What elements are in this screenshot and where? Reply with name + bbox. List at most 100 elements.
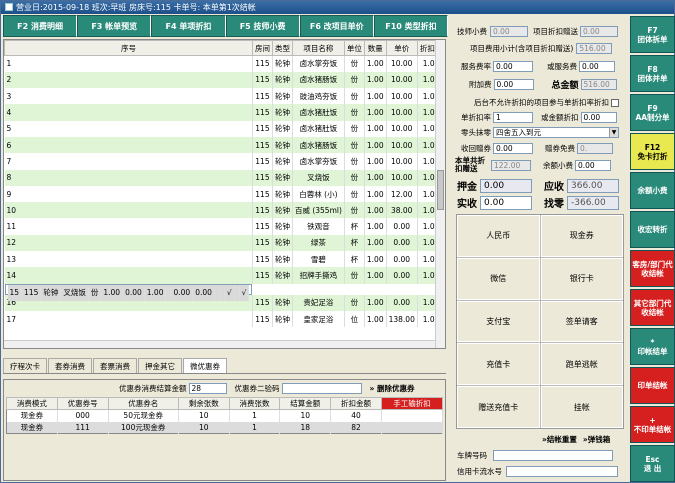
grid-col-header[interactable]: 数量 bbox=[363, 40, 387, 56]
tab-wechat-coupon[interactable]: 微优惠券 bbox=[183, 358, 227, 373]
table-row[interactable]: 12115轮钟绿茶杯1.000.001.000.000.00√√ bbox=[4, 234, 445, 252]
table-row[interactable]: 2115轮钟卤水猪肠饭份1.0010.001.000.000.00√√ bbox=[4, 71, 445, 89]
type-discount-button[interactable]: F10 类型折扣 bbox=[373, 15, 449, 37]
coupon-col-header: 消费模式 bbox=[6, 397, 58, 410]
item-discount-input: 0.00 bbox=[580, 26, 618, 37]
coupon-row[interactable]: 现金券 000 50元现金券 10 1 10 40 bbox=[6, 409, 444, 422]
paid-input[interactable]: 0.00 bbox=[480, 195, 532, 210]
consumption-detail-button[interactable]: F2 消费明细 bbox=[3, 15, 78, 37]
coupon-code-input[interactable] bbox=[281, 383, 362, 394]
side-button-2[interactable]: F9 AA制分单 bbox=[630, 94, 675, 131]
side-button-4[interactable]: 余额小费 bbox=[630, 172, 675, 209]
tab-package-ticket[interactable]: 套票消费 bbox=[93, 358, 137, 373]
grid-col-header[interactable]: 单价 bbox=[385, 40, 418, 56]
grid-cell: 115 bbox=[252, 88, 273, 105]
side-button-10[interactable]: + 不印单结帐 bbox=[630, 406, 675, 443]
side-button-11[interactable]: Esc 退 出 bbox=[630, 445, 675, 482]
grid-cell: 轮钟 bbox=[272, 310, 293, 328]
pay-account-button[interactable]: 挂帐 bbox=[540, 386, 623, 428]
amount-discount-input[interactable]: 0.00 bbox=[580, 112, 617, 123]
grid-cell: 1.00 bbox=[364, 185, 387, 203]
tech-tip-button[interactable]: F5 技师小费 bbox=[225, 15, 300, 37]
side-button-1[interactable]: F8 团体并单 bbox=[630, 55, 675, 92]
table-row[interactable]: 17115轮钟皇家足浴位1.00138.001.000130.000.00√√ bbox=[4, 310, 445, 328]
table-row[interactable]: 1115轮钟卤水掌夯饭份1.0010.001.000.000.00√√ bbox=[4, 55, 445, 72]
rounding-select[interactable]: 四舍五入到元 ▼ bbox=[493, 127, 619, 138]
bill-preview-button[interactable]: F3 帐单预览 bbox=[77, 15, 152, 37]
horizontal-scrollbar[interactable] bbox=[4, 340, 435, 348]
item-discount-button[interactable]: F4 单项折扣 bbox=[151, 15, 226, 37]
grid-col-header[interactable]: 技师 bbox=[444, 40, 445, 56]
pay-sign-button[interactable]: 签单请客 bbox=[540, 300, 623, 343]
coupon-amount-input[interactable]: 28 bbox=[188, 383, 227, 394]
grid-col-header[interactable]: 房间 bbox=[251, 40, 273, 56]
vertical-scrollbar[interactable] bbox=[435, 40, 445, 348]
deposit-input[interactable]: 0.00 bbox=[480, 178, 532, 193]
grid-cell: 轮钟 bbox=[272, 185, 293, 203]
side-button-3[interactable]: F12 免卡打折 bbox=[630, 133, 675, 170]
grid-cell: 115 bbox=[252, 267, 273, 284]
delete-coupon-button[interactable]: » 删除优惠券 bbox=[370, 383, 415, 394]
coupon-table[interactable]: 消费模式 优惠券号 优惠券名 剩余张数 消费张数 结算金额 折扣金额 手工输折扣 现金券 000… bbox=[6, 397, 444, 434]
recv-coupon-input[interactable]: 0.00 bbox=[493, 143, 533, 154]
table-row[interactable]: 14115轮钟招牌手撕鸡份1.000.001.000.000.00√√ bbox=[4, 267, 445, 284]
side-button-8[interactable]: * 印帐结单 bbox=[630, 328, 675, 365]
side-button-9[interactable]: 印单结帐 bbox=[630, 367, 675, 404]
tab-course-card[interactable]: 疗程次卡 bbox=[3, 358, 47, 373]
pay-rmb-button[interactable]: 人民币 bbox=[457, 215, 540, 257]
side-button-5[interactable]: 收宏转折 bbox=[630, 211, 675, 248]
coupon-row[interactable]: 现金券 111 100元现金券 10 1 18 82 bbox=[6, 421, 444, 434]
table-row[interactable]: 9115轮钟白蓉林 (小)份1.0012.001.000.000.00√√ bbox=[4, 185, 445, 203]
pay-recharge-card-button[interactable]: 充值卡 bbox=[457, 343, 540, 386]
table-row[interactable]: 10115轮钟百威 (355ml)份1.0038.001.000.000.00√… bbox=[4, 202, 445, 219]
table-row[interactable]: 15 115 轮钟 叉烧饭份 1.00 0.00 1.00 0.00 0.00 √ √ bbox=[4, 283, 253, 301]
grid-col-header[interactable]: 项目名称 bbox=[291, 40, 345, 56]
reset-button[interactable]: »结帐重置 bbox=[542, 434, 577, 445]
table-row[interactable]: 4115轮钟卤水猪肚饭份1.0010.001.000.000.00√√ bbox=[4, 104, 445, 121]
grid-cell: 轮钟 bbox=[272, 267, 293, 284]
change-price-button[interactable]: F6 改项目单价 bbox=[299, 15, 374, 37]
table-row[interactable]: 3115轮钟豉油鸡夯饭份1.0010.001.000.000.00√√ bbox=[4, 88, 445, 105]
grid-cell: 10.00 bbox=[386, 55, 418, 72]
table-row[interactable]: 8115轮钟叉烧饭份1.0010.001.000.000.00√√ bbox=[4, 169, 445, 186]
tab-deposit-other[interactable]: 押金其它 bbox=[138, 358, 182, 373]
tab-package-coupon[interactable]: 套券消费 bbox=[48, 358, 92, 373]
table-row[interactable]: 5115轮钟卤水猪肚饭份1.0010.001.000.000.00√√ bbox=[4, 120, 445, 137]
table-row[interactable]: 11115轮钟铁观音杯1.000.001.000.000.00√√ bbox=[4, 218, 445, 235]
extra-fee-input[interactable]: 0.00 bbox=[493, 79, 534, 90]
grid-cell: 铁观音 bbox=[292, 218, 345, 235]
grid-cell: 绿茶 bbox=[292, 234, 345, 252]
grid-col-header[interactable]: 序号 bbox=[4, 40, 253, 56]
service-rate-input[interactable]: 0.00 bbox=[493, 61, 533, 72]
table-row[interactable]: 6115轮钟卤水猪肠饭份1.0010.001.000.000.00√√ bbox=[4, 136, 445, 154]
grid-col-header[interactable]: 类型 bbox=[271, 40, 293, 56]
side-button-7[interactable]: 其它部门代收结帐 bbox=[630, 289, 675, 326]
table-row[interactable]: 7115轮钟卤水掌夯饭份1.0010.001.000.000.00√√ bbox=[4, 153, 445, 170]
balance-tip-input[interactable]: 0.00 bbox=[575, 159, 611, 171]
table-row[interactable]: 13115轮钟雪碧杯1.000.001.000.000.00√√ bbox=[4, 251, 445, 268]
pay-skip-button[interactable]: 跑单逃帐 bbox=[540, 343, 623, 386]
service-fee-input[interactable]: 0.00 bbox=[579, 61, 615, 72]
grid-cell bbox=[444, 267, 445, 284]
side-button-label: 印帐结单 bbox=[637, 346, 668, 356]
side-button-6[interactable]: 客房/部门代收结帐 bbox=[630, 250, 675, 287]
pay-wechat-button[interactable]: 微信 bbox=[457, 257, 540, 300]
pay-gift-card-button[interactable]: 赠送充值卡 bbox=[457, 386, 540, 428]
discount-note-checkbox[interactable] bbox=[611, 98, 619, 107]
grid-col-header[interactable]: 单位 bbox=[343, 40, 365, 56]
grid-cell bbox=[444, 218, 445, 235]
grid-cell: 115 bbox=[252, 136, 273, 154]
drawer-button[interactable]: »弹钱箱 bbox=[583, 434, 610, 445]
card-flow-input[interactable] bbox=[506, 466, 618, 477]
pay-bankcard-button[interactable]: 银行卡 bbox=[540, 257, 623, 300]
pay-coupon-button[interactable]: 现金券 bbox=[540, 215, 623, 257]
items-grid[interactable]: 序号房间类型项目名称单位数量单价折扣率技师小费抵消起钟落钟折送原 1115轮钟卤… bbox=[3, 39, 446, 349]
single-discount-input[interactable]: 1 bbox=[493, 112, 533, 123]
scroll-thumb[interactable] bbox=[437, 170, 444, 210]
side-button-0[interactable]: F7 团体拆单 bbox=[630, 16, 675, 53]
grid-cell: 杯 bbox=[344, 218, 365, 235]
pay-alipay-button[interactable]: 支付宝 bbox=[457, 300, 540, 343]
grid-cell: 叉烧饭 bbox=[60, 284, 89, 301]
plate-input[interactable] bbox=[493, 450, 613, 461]
grid-cell: 1.00 bbox=[364, 169, 387, 186]
